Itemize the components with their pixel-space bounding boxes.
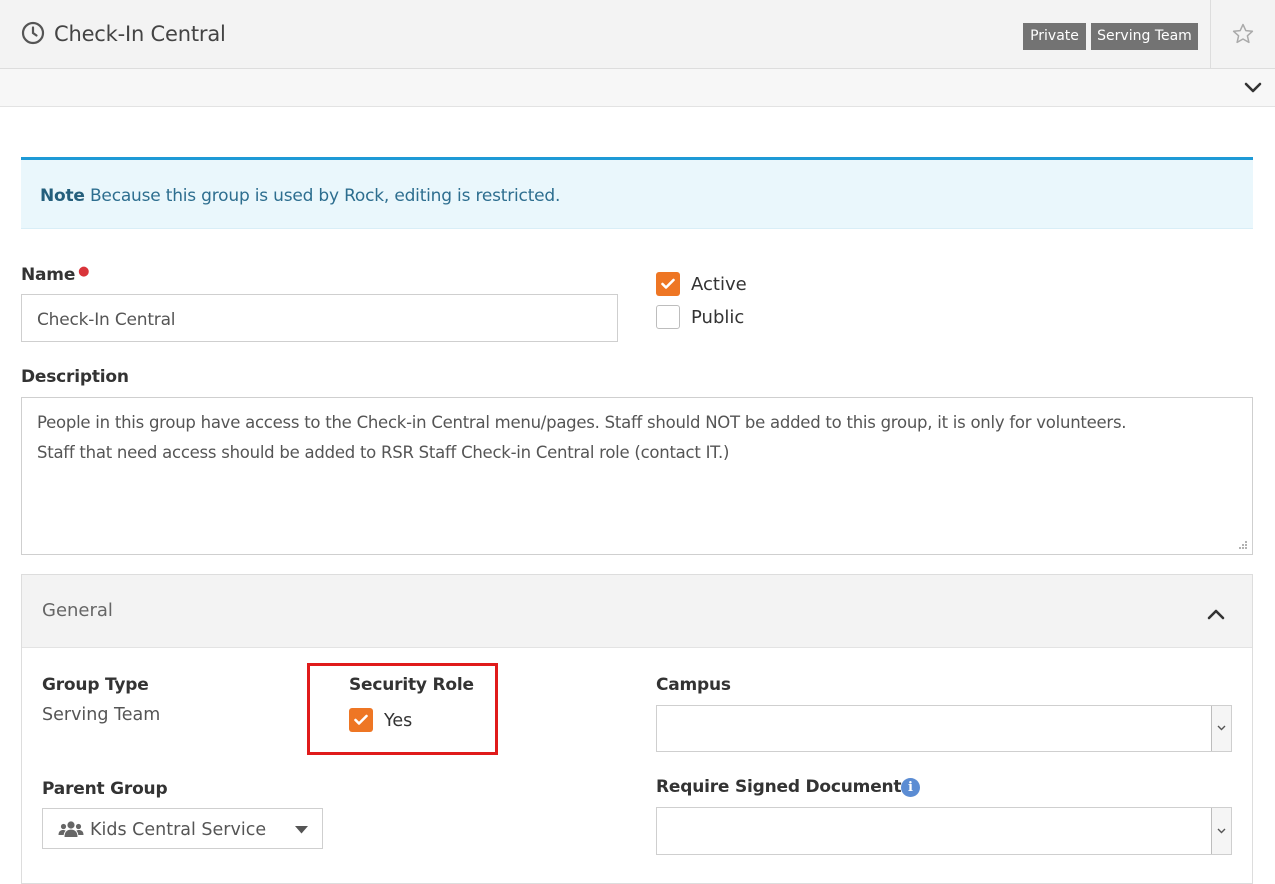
chevron-down-icon[interactable] bbox=[1243, 80, 1263, 96]
security-role-checkbox[interactable] bbox=[349, 708, 373, 732]
require-signed-label: Require Signed Document bbox=[656, 777, 902, 797]
name-label: Name ● bbox=[21, 264, 90, 285]
caret-down-icon bbox=[295, 826, 308, 834]
check-icon bbox=[354, 714, 368, 725]
parent-group-label: Parent Group bbox=[42, 779, 168, 799]
page-title: Check-In Central bbox=[54, 22, 226, 46]
description-line-1: People in this group have access to the … bbox=[37, 413, 1127, 432]
general-panel-header[interactable]: General bbox=[22, 575, 1252, 648]
info-icon[interactable]: i bbox=[901, 778, 920, 797]
note-strong: Note bbox=[40, 186, 85, 206]
chevron-down-icon bbox=[1217, 828, 1226, 834]
note-text: Because this group is used by Rock, edit… bbox=[84, 186, 561, 206]
name-input-value: Check-In Central bbox=[37, 310, 176, 330]
group-type-value: Serving Team bbox=[42, 705, 161, 725]
require-signed-select-caret[interactable] bbox=[1211, 808, 1231, 854]
parent-group-value: Kids Central Service bbox=[90, 820, 267, 840]
chevron-up-icon[interactable] bbox=[1206, 606, 1226, 622]
required-indicator: ● bbox=[78, 264, 90, 279]
description-textarea[interactable]: People in this group have access to the … bbox=[21, 397, 1253, 555]
header-collapse-bar bbox=[0, 69, 1275, 107]
campus-label: Campus bbox=[656, 675, 731, 695]
group-type-label: Group Type bbox=[42, 675, 149, 695]
users-icon bbox=[58, 821, 84, 837]
campus-select-caret[interactable] bbox=[1211, 706, 1231, 751]
public-checkbox[interactable] bbox=[656, 305, 680, 329]
description-line-2: Staff that need access should be added t… bbox=[37, 443, 730, 462]
campus-select[interactable] bbox=[656, 705, 1232, 752]
public-label[interactable]: Public bbox=[691, 306, 744, 330]
security-role-yes-label[interactable]: Yes bbox=[384, 709, 412, 733]
chevron-down-icon bbox=[1217, 725, 1226, 731]
resize-handle-icon[interactable] bbox=[1238, 540, 1248, 550]
star-icon bbox=[1232, 23, 1254, 44]
general-panel-title: General bbox=[42, 600, 113, 621]
group-type-badge: Serving Team bbox=[1091, 23, 1198, 50]
clock-icon bbox=[21, 21, 45, 45]
page-header: Check-In Central Private Serving Team bbox=[0, 0, 1275, 69]
private-badge: Private bbox=[1023, 23, 1086, 50]
favorite-button[interactable] bbox=[1210, 0, 1275, 69]
name-input[interactable]: Check-In Central bbox=[21, 294, 618, 342]
restriction-note: Note Because this group is used by Rock,… bbox=[21, 157, 1253, 229]
active-checkbox[interactable] bbox=[656, 272, 680, 296]
description-label: Description bbox=[21, 367, 129, 387]
check-icon bbox=[661, 278, 675, 289]
require-signed-select[interactable] bbox=[656, 807, 1232, 855]
active-label[interactable]: Active bbox=[691, 273, 747, 297]
parent-group-picker[interactable]: Kids Central Service bbox=[42, 808, 323, 849]
security-role-label: Security Role bbox=[349, 675, 474, 695]
